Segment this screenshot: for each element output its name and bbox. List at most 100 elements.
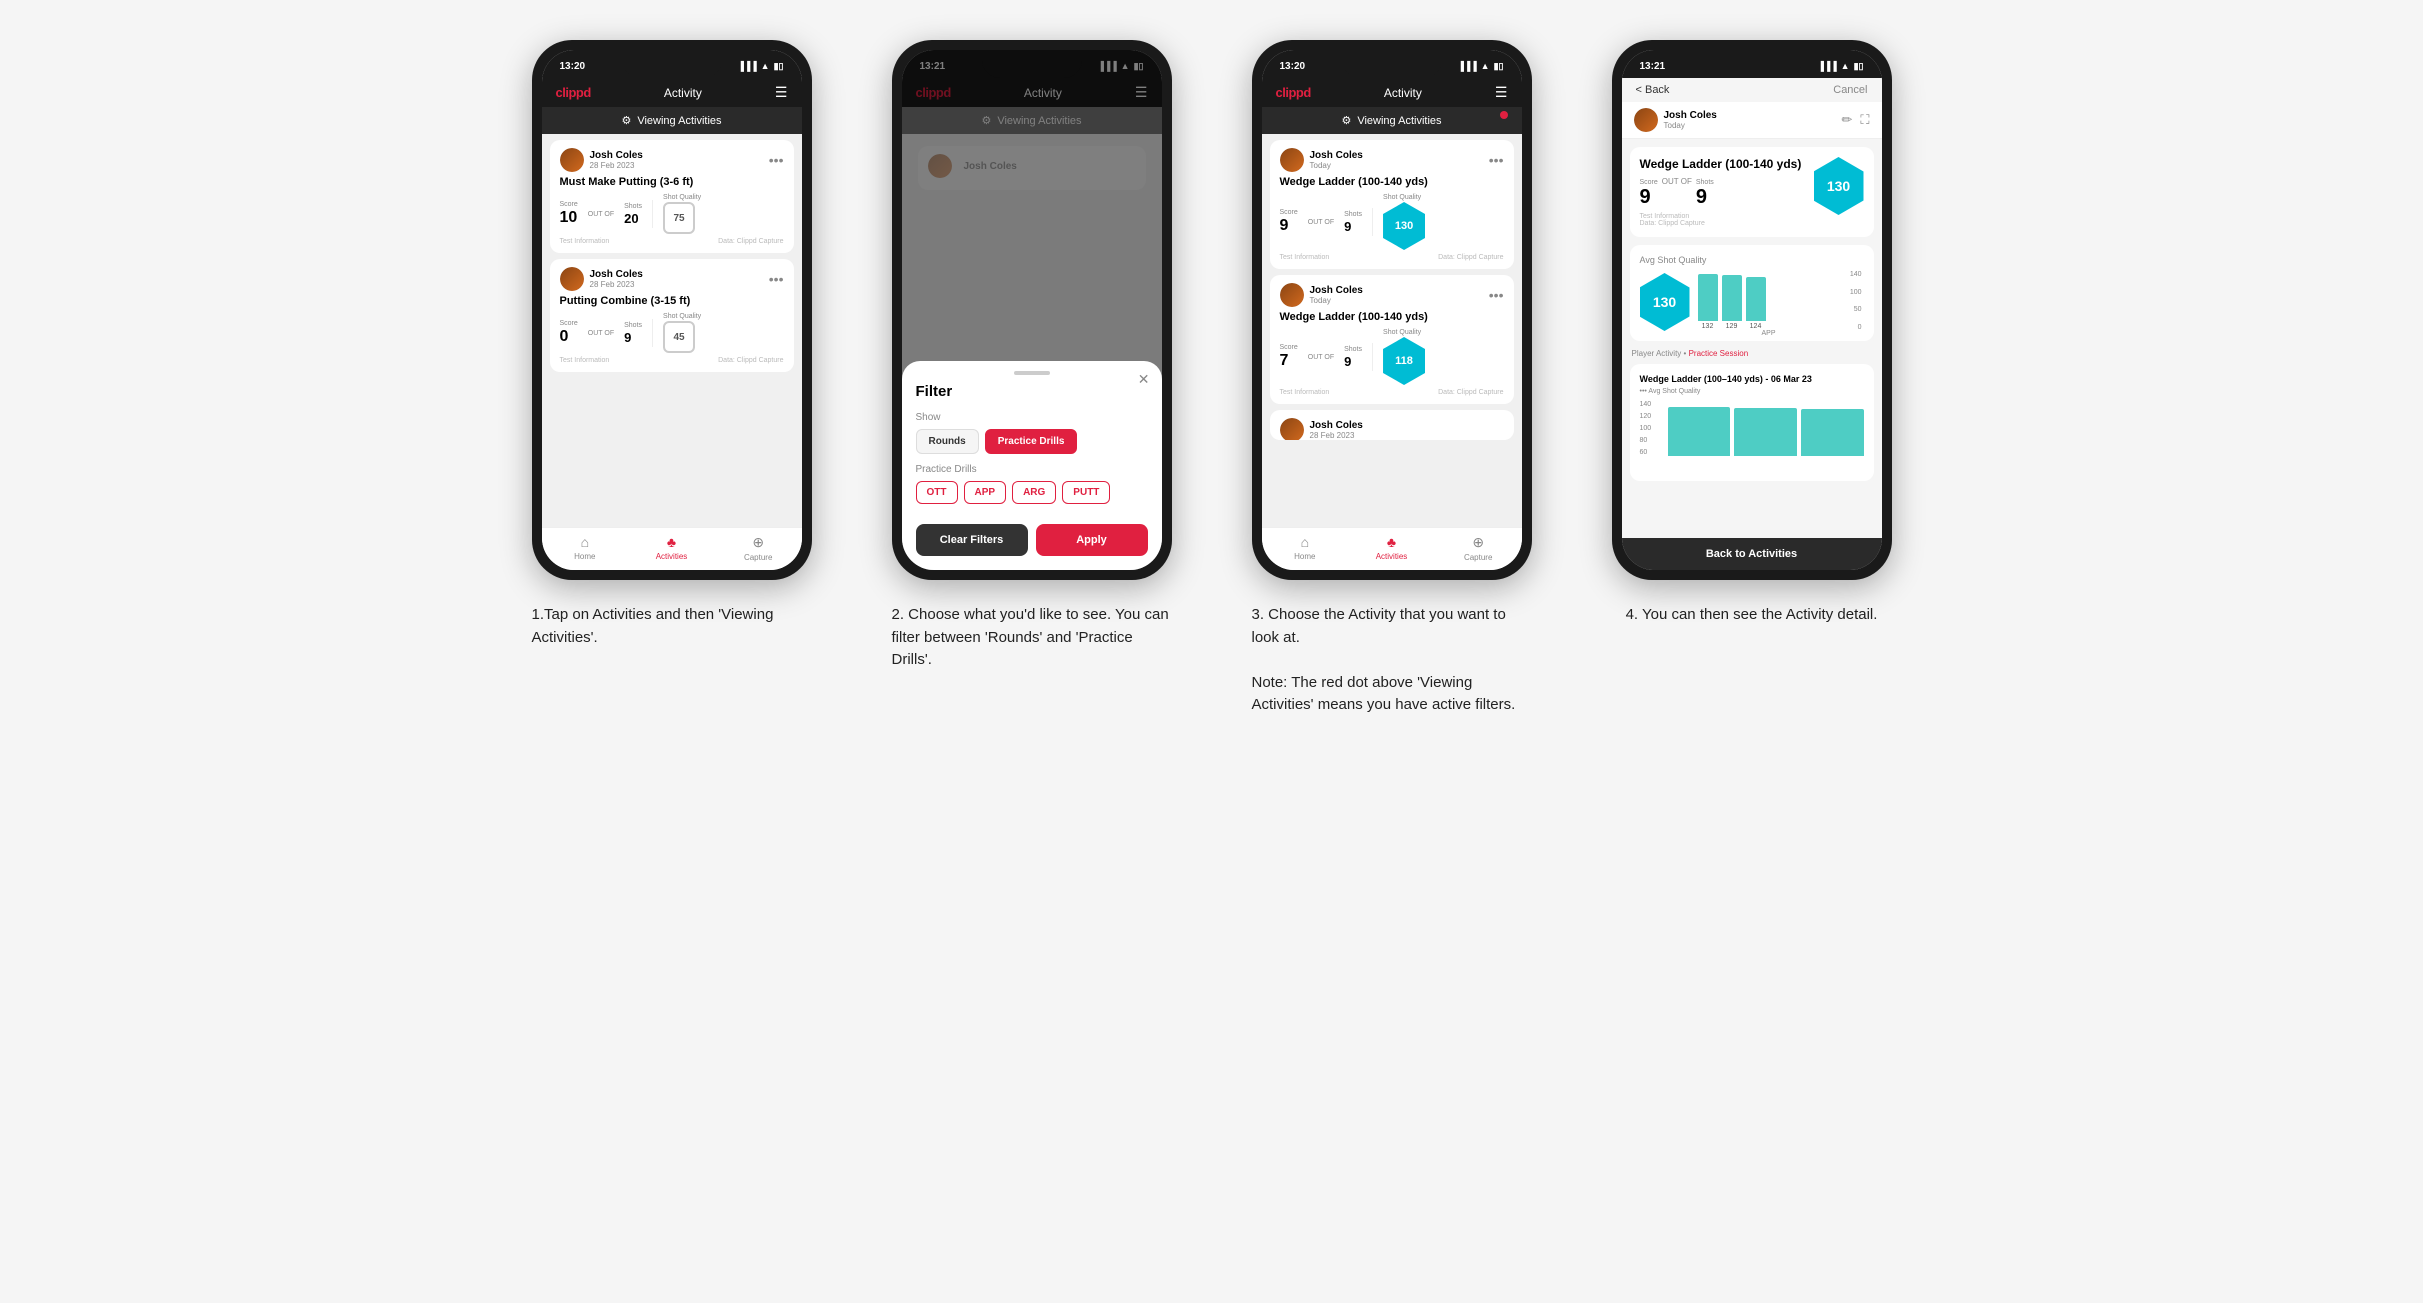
detail-score-col: Score: [1640, 179, 1658, 186]
detail-shots-col: Shots: [1696, 179, 1714, 186]
viewing-banner-1[interactable]: ⚙ Viewing Activities: [542, 107, 802, 134]
nav-home-3[interactable]: ⌂ Home: [1262, 534, 1349, 562]
stats-row-3-1: Score 9 OUT OF Shots 9 Shot Quality: [1280, 194, 1504, 250]
test-info-1-2: Test Information: [560, 357, 610, 364]
sq-val-1-1: 75: [673, 213, 684, 224]
dots-menu-1-1[interactable]: •••: [769, 152, 784, 168]
dots-menu-3-1[interactable]: •••: [1489, 152, 1504, 168]
nav-activities-1[interactable]: ♣ Activities: [628, 534, 715, 562]
chart2-y-120: 120: [1640, 413, 1652, 420]
signal-icon-1: ▐▐▐: [738, 61, 757, 71]
sq-val-3-2: 118: [1395, 355, 1413, 367]
edit-icon[interactable]: ✏: [1841, 112, 1852, 128]
nav-home-1[interactable]: ⌂ Home: [542, 534, 629, 562]
back-button[interactable]: < Back: [1636, 84, 1670, 96]
shots-val-3-1: 9: [1344, 219, 1362, 234]
clear-filters-button[interactable]: Clear Filters: [916, 524, 1028, 556]
chart2-y-100: 100: [1640, 425, 1652, 432]
nav-capture-1[interactable]: ⊕ Capture: [715, 534, 802, 562]
score-val-3-1: 9: [1280, 217, 1298, 235]
session-drill-name: Wedge Ladder (100–140 yds) - 06 Mar 23: [1640, 374, 1864, 384]
nav-activities-3[interactable]: ♣ Activities: [1348, 534, 1435, 562]
user-name-date-1-1: Josh Coles 28 Feb 2023: [590, 150, 643, 170]
activity-card-header-1-2: Josh Coles 28 Feb 2023 •••: [560, 267, 784, 291]
session-type: Practice Session: [1689, 349, 1749, 358]
app-filter-btn[interactable]: APP: [964, 481, 1007, 504]
filter-action-buttons: Clear Filters Apply: [916, 524, 1148, 556]
dots-menu-3-2[interactable]: •••: [1489, 287, 1504, 303]
stat-group-shots-3-2: Shots 9: [1344, 346, 1362, 369]
detail-shots-val: 9: [1696, 186, 1714, 209]
activity-card-3-2[interactable]: Josh Coles Today ••• Wedge Ladder (100-1…: [1270, 275, 1514, 404]
divider-1-1: [652, 200, 653, 228]
chart-x-label: APP: [1698, 330, 1864, 337]
nav-home-label-3: Home: [1294, 552, 1315, 561]
viewing-banner-3[interactable]: ⚙ Viewing Activities: [1262, 107, 1522, 134]
detail-outof-label: OUT OF: [1662, 177, 1692, 186]
activity-card-3-1[interactable]: Josh Coles Today ••• Wedge Ladder (100-1…: [1270, 140, 1514, 269]
sq-badge-1-1: 75: [663, 202, 695, 234]
user-date-3-3: 28 Feb 2023: [1310, 431, 1363, 440]
filter-sheet: ✕ Filter Show Rounds Practice Drills Pra…: [902, 361, 1162, 570]
shots-val-1-1: 20: [624, 211, 642, 226]
user-info-3-1: Josh Coles Today: [1280, 148, 1363, 172]
phone-notch-3: [1342, 50, 1442, 78]
score-label-3-1: Score: [1280, 209, 1298, 216]
score-val-1-1: 10: [560, 209, 578, 227]
activity-card-1-2[interactable]: Josh Coles 28 Feb 2023 ••• Putting Combi…: [550, 259, 794, 372]
nav-capture-3[interactable]: ⊕ Capture: [1435, 534, 1522, 562]
status-time-1: 13:20: [560, 61, 586, 72]
signal-icon-3: ▐▐▐: [1458, 61, 1477, 71]
back-to-activities-button[interactable]: Back to Activities: [1622, 538, 1882, 570]
phone-shell-1: 13:20 ▐▐▐ ▲ ▮▯ clippd Activity ☰ ⚙ Vie: [532, 40, 812, 580]
arg-filter-btn[interactable]: ARG: [1012, 481, 1056, 504]
sq-val-3-1: 130: [1395, 220, 1413, 232]
filter-icon-3: ⚙: [1341, 114, 1351, 127]
caption-3: 3. Choose the Activity that you want to …: [1252, 604, 1532, 717]
data-source-3-1: Data: Clippd Capture: [1438, 254, 1503, 261]
sq-badge-1-2: 45: [663, 321, 695, 353]
close-icon[interactable]: ✕: [1138, 371, 1150, 388]
data-source-3-2: Data: Clippd Capture: [1438, 389, 1503, 396]
detail-score-val: 9: [1640, 186, 1658, 209]
shots-label-1-1: Shots: [624, 203, 642, 210]
detail-content: Wedge Ladder (100-140 yds) Score 9 OUT O…: [1622, 139, 1882, 538]
bottom-nav-3: ⌂ Home ♣ Activities ⊕ Capture: [1262, 527, 1522, 570]
chart-y-100: 100: [1850, 289, 1862, 296]
phone-screen-3: 13:20 ▐▐▐ ▲ ▮▯ clippd Activity ☰ ⚙ Vie: [1262, 50, 1522, 570]
score-label-1-1: Score: [560, 201, 578, 208]
detail-test-info: Test Information: [1640, 213, 1690, 220]
dots-menu-1-2[interactable]: •••: [769, 271, 784, 287]
phone-column-3: 13:20 ▐▐▐ ▲ ▮▯ clippd Activity ☰ ⚙ Vie: [1232, 40, 1552, 717]
session-drill-card: Wedge Ladder (100–140 yds) - 06 Mar 23 •…: [1630, 364, 1874, 481]
user-date-3-1: Today: [1310, 161, 1363, 170]
app-title-3: Activity: [1384, 86, 1422, 100]
drill-name-3-1: Wedge Ladder (100-140 yds): [1280, 176, 1504, 188]
phone-notch-1: [622, 50, 722, 78]
active-filter-red-dot: [1500, 111, 1508, 119]
activity-card-1-1[interactable]: Josh Coles 28 Feb 2023 ••• Must Make Put…: [550, 140, 794, 253]
ott-filter-btn[interactable]: OTT: [916, 481, 958, 504]
card-footer-1-1: Test Information Data: Clippd Capture: [560, 238, 784, 245]
putt-filter-btn[interactable]: PUTT: [1062, 481, 1110, 504]
nav-capture-label-1: Capture: [744, 553, 772, 562]
sq-label-1-2: Shot Quality: [663, 313, 701, 320]
expand-icon[interactable]: ⛶: [1860, 112, 1869, 128]
caption-1: 1.Tap on Activities and then 'Viewing Ac…: [532, 604, 812, 649]
user-name-1-1: Josh Coles: [590, 150, 643, 161]
stats-row-1-2: Score 0 OUT OF Shots 9 Shot Quality: [560, 313, 784, 353]
filter-icon-1: ⚙: [621, 114, 631, 127]
rounds-filter-btn[interactable]: Rounds: [916, 429, 979, 454]
practice-drills-filter-btn[interactable]: Practice Drills: [985, 429, 1078, 454]
apply-button[interactable]: Apply: [1036, 524, 1148, 556]
activity-card-3-3[interactable]: Josh Coles 28 Feb 2023: [1270, 410, 1514, 440]
chart-bar-val-3: 124: [1746, 323, 1766, 330]
shots-label-1-2: Shots: [624, 322, 642, 329]
hamburger-icon-3[interactable]: ☰: [1495, 84, 1508, 101]
detail-action-icons: ✏ ⛶: [1841, 112, 1869, 128]
chart2-bar-3: [1801, 409, 1864, 456]
cancel-button[interactable]: Cancel: [1833, 84, 1867, 96]
activity-card-header-3-2: Josh Coles Today •••: [1280, 283, 1504, 307]
hamburger-icon-1[interactable]: ☰: [775, 84, 788, 101]
sq-val-4-chart: 130: [1653, 294, 1676, 310]
